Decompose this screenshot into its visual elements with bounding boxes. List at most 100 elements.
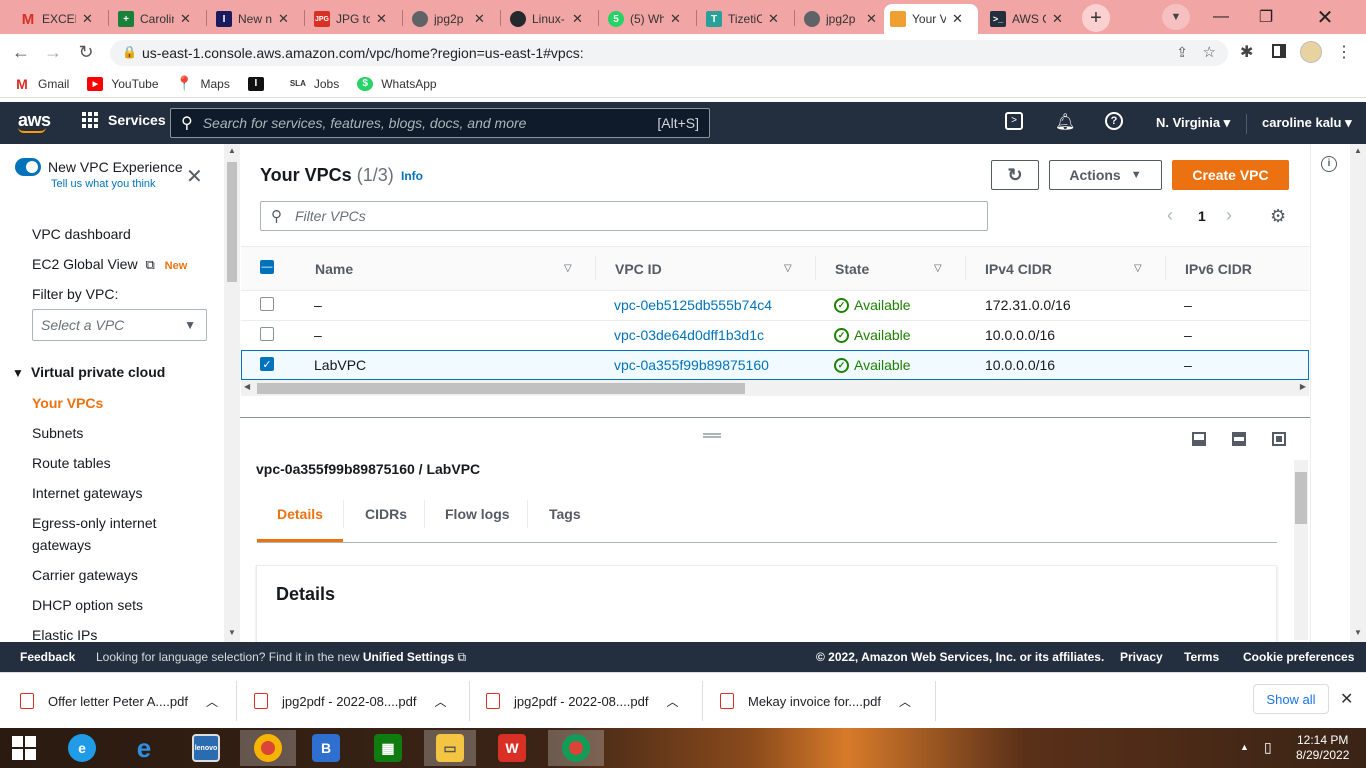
- split-bottom-icon[interactable]: [1192, 432, 1206, 446]
- close-icon[interactable]: ✕: [1052, 11, 1063, 27]
- download-item[interactable]: Offer letter Peter A....pdf ︿: [20, 685, 218, 717]
- vpc-id-link[interactable]: vpc-0a355f99b89875160: [614, 357, 769, 373]
- battery-icon[interactable]: ▯: [1264, 739, 1272, 756]
- bookmark-youtube[interactable]: ▶ YouTube: [87, 76, 159, 91]
- sidebar-item-ec2-global-view[interactable]: EC2 Global View ⧉ New: [32, 256, 187, 273]
- bookmark-indeed[interactable]: I: [247, 76, 272, 91]
- sidebar-item-carrier-gateways[interactable]: Carrier gateways: [32, 567, 138, 583]
- show-all-button[interactable]: Show all: [1253, 684, 1329, 714]
- column-header-name[interactable]: Name: [315, 261, 353, 277]
- row-checkbox[interactable]: [260, 327, 274, 341]
- bookmark-gmail[interactable]: M Gmail: [14, 76, 69, 92]
- tab-tags[interactable]: Tags: [549, 506, 581, 522]
- browser-tab[interactable]: 5 (5) Wh ✕: [602, 4, 692, 34]
- close-icon[interactable]: ✕: [952, 11, 963, 27]
- next-page-icon[interactable]: ›: [1226, 205, 1232, 226]
- internet-explorer-icon[interactable]: e: [124, 730, 164, 766]
- terms-link[interactable]: Terms: [1184, 650, 1219, 664]
- browser-tab[interactable]: I New n ✕: [210, 4, 300, 34]
- region-selector[interactable]: N. Virginia ▾: [1156, 115, 1230, 131]
- unified-settings-link[interactable]: Unified Settings: [363, 650, 454, 664]
- sort-icon[interactable]: ▽: [1134, 263, 1142, 274]
- column-header-ipv6-cidr[interactable]: IPv6 CIDR: [1185, 261, 1252, 277]
- chevron-up-icon[interactable]: ︿: [434, 693, 446, 710]
- browser-tab-active[interactable]: Your V ✕: [884, 4, 978, 34]
- table-row-selected[interactable]: [241, 350, 1309, 380]
- bluej-icon[interactable]: B: [306, 730, 346, 766]
- privacy-link[interactable]: Privacy: [1120, 650, 1163, 664]
- sidebar-item-egress-only-internet-gateways[interactable]: Egress-only internet: [32, 515, 157, 531]
- cookie-preferences-link[interactable]: Cookie preferences: [1243, 650, 1354, 664]
- close-icon[interactable]: ✕: [1340, 689, 1353, 709]
- create-vpc-button[interactable]: Create VPC: [1172, 160, 1289, 190]
- prev-page-icon[interactable]: ‹: [1167, 205, 1173, 226]
- tray-chevron-icon[interactable]: ▲: [1240, 742, 1249, 752]
- cloudshell-icon[interactable]: >: [1005, 112, 1023, 130]
- forward-icon[interactable]: →: [42, 41, 64, 63]
- vpc-filter-select[interactable]: Select a VPC ▼: [32, 309, 207, 341]
- gear-icon[interactable]: ⚙: [1270, 206, 1286, 227]
- filter-vpcs-input[interactable]: ⚲ Filter VPCs: [260, 201, 988, 231]
- column-header-state[interactable]: State: [835, 261, 869, 277]
- split-side-icon[interactable]: [1232, 432, 1246, 446]
- resize-handle-icon[interactable]: [703, 433, 721, 438]
- select-all-checkbox[interactable]: —: [260, 260, 274, 274]
- caret-down-icon[interactable]: ▼: [12, 366, 24, 380]
- windows-start-icon[interactable]: [4, 730, 44, 766]
- table-row[interactable]: [241, 290, 1309, 320]
- feedback-link[interactable]: Tell us what you think: [51, 178, 156, 190]
- wps-icon[interactable]: W: [492, 730, 532, 766]
- close-icon[interactable]: ✕: [670, 11, 681, 27]
- tab-search-icon[interactable]: ▼: [1162, 4, 1190, 30]
- extensions-icon[interactable]: ✱: [1240, 42, 1253, 62]
- column-header-vpc-id[interactable]: VPC ID: [615, 261, 662, 277]
- back-icon[interactable]: ←: [10, 41, 32, 63]
- bookmark-maps[interactable]: 📍 Maps: [176, 75, 230, 91]
- bookmark-jobs[interactable]: SLA Jobs: [290, 77, 339, 91]
- details-scrollbar[interactable]: [1294, 460, 1308, 640]
- address-bar[interactable]: 🔒 us-east-1.console.aws.amazon.com/vpc/h…: [110, 40, 1228, 66]
- sidebar-item-route-tables[interactable]: Route tables: [32, 455, 111, 471]
- close-icon[interactable]: ✕: [866, 11, 877, 27]
- browser-tab[interactable]: >_ AWS C ✕: [984, 4, 1074, 34]
- section-virtual-private-cloud[interactable]: Virtual private cloud: [31, 364, 165, 380]
- close-icon[interactable]: ✕: [768, 11, 779, 27]
- close-icon[interactable]: ✕: [572, 11, 583, 27]
- avatar[interactable]: [1300, 41, 1322, 63]
- split-full-icon[interactable]: [1272, 432, 1286, 446]
- services-menu[interactable]: Services: [82, 112, 166, 128]
- sidebar-item-egress-only-internet-gateways-cont[interactable]: gateways: [32, 537, 91, 553]
- sidebar-item-elastic-ips[interactable]: Elastic IPs: [32, 627, 97, 642]
- sort-icon[interactable]: ▽: [934, 263, 942, 274]
- menu-icon[interactable]: ⋮: [1336, 42, 1352, 62]
- edge-icon[interactable]: e: [62, 730, 102, 766]
- browser-tab[interactable]: JPG JPG to ✕: [308, 4, 398, 34]
- side-panel-icon[interactable]: [1272, 44, 1286, 58]
- sidebar-item-your-vpcs[interactable]: Your VPCs: [32, 395, 103, 411]
- close-icon[interactable]: ✕: [186, 164, 203, 189]
- window-close-icon[interactable]: ✕: [1302, 0, 1348, 34]
- close-icon[interactable]: ✕: [82, 11, 93, 27]
- close-icon[interactable]: ✕: [376, 11, 387, 27]
- download-item[interactable]: Mekay invoice for....pdf ︿: [720, 685, 911, 717]
- new-vpc-experience-toggle[interactable]: [15, 158, 41, 176]
- feedback-link[interactable]: Feedback: [20, 650, 75, 664]
- tab-cidrs[interactable]: CIDRs: [365, 506, 407, 522]
- vpc-id-link[interactable]: vpc-03de64d0dff1b3d1c: [614, 327, 764, 343]
- sidebar-scrollbar[interactable]: ▲ ▼: [224, 144, 240, 642]
- chrome-icon[interactable]: [548, 730, 604, 766]
- new-tab-button[interactable]: +: [1082, 4, 1110, 32]
- table-horizontal-scrollbar[interactable]: ◀ ▶: [241, 380, 1309, 396]
- tab-flow-logs[interactable]: Flow logs: [445, 506, 510, 522]
- row-checkbox[interactable]: [260, 297, 274, 311]
- lenovo-icon[interactable]: lenovo: [186, 730, 226, 766]
- info-icon[interactable]: i: [1321, 156, 1337, 172]
- page-scrollbar[interactable]: ▲ ▼: [1350, 144, 1366, 642]
- file-explorer-icon[interactable]: ▭: [424, 730, 476, 766]
- close-icon[interactable]: ✕: [474, 11, 485, 27]
- download-item[interactable]: jpg2pdf - 2022-08....pdf ︿: [254, 685, 446, 717]
- minimize-icon[interactable]: —: [1198, 0, 1244, 34]
- store-icon[interactable]: ▦: [368, 730, 408, 766]
- chrome-icon[interactable]: [240, 730, 296, 766]
- help-icon[interactable]: ?: [1105, 112, 1123, 130]
